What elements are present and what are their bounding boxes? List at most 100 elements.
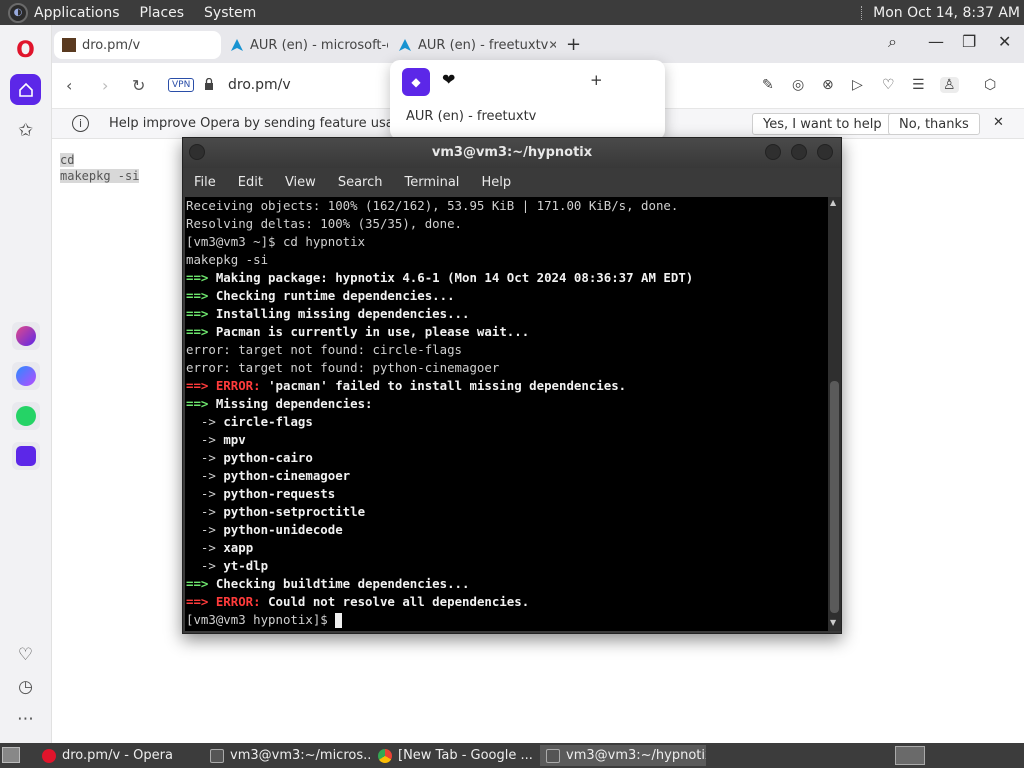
page-text: cd makepkg -si <box>60 152 140 184</box>
task-chrome[interactable]: [New Tab - Google ... <box>372 745 538 766</box>
tab-title: dro.pm/v <box>82 37 141 53</box>
top-panel: ◐ Applications Places System Mon Oct 14,… <box>0 0 1024 25</box>
heart-icon[interactable]: ❤ <box>442 70 455 89</box>
no-thanks-button[interactable]: No, thanks <box>888 113 980 135</box>
infobar-message: Help improve Opera by sending feature us… <box>109 116 431 131</box>
restore-icon[interactable]: ❐ <box>962 32 976 51</box>
add-icon[interactable]: + <box>590 71 603 89</box>
window-menu-button[interactable] <box>189 144 205 160</box>
tab-strip: dro.pm/v AUR (en) - microsoft-ed AUR (en… <box>52 25 1024 63</box>
close-button[interactable] <box>817 144 833 160</box>
info-icon: i <box>72 115 89 132</box>
tab-dro[interactable]: dro.pm/v <box>54 31 221 59</box>
task-label: [New Tab - Google ... <box>398 748 533 763</box>
home-button[interactable] <box>10 74 41 105</box>
terminal-icon <box>210 748 224 763</box>
menu-search[interactable]: Search <box>338 175 383 190</box>
terminal-line: -> mpv <box>186 432 246 447</box>
shield-icon[interactable]: ⊗ <box>822 77 834 93</box>
terminal-cursor <box>335 613 343 628</box>
terminal-line: error: target not found: python-cinemago… <box>186 360 500 375</box>
minimize-icon[interactable]: — <box>928 32 944 51</box>
scroll-up-icon[interactable]: ▲ <box>830 198 836 207</box>
terminal-line: ==> Checking buildtime dependencies... <box>186 576 470 591</box>
task-terminal-hypnotix[interactable]: vm3@vm3:~/hypnotix <box>540 745 706 766</box>
back-button[interactable]: ‹ <box>66 76 72 95</box>
aria-button[interactable] <box>12 322 40 350</box>
whatsapp-icon <box>16 406 36 426</box>
terminal-titlebar[interactable]: vm3@vm3:~/hypnotix <box>183 138 841 168</box>
menu-help[interactable]: Help <box>481 175 511 190</box>
forward-button[interactable]: › <box>102 76 108 95</box>
tab-preview-title: AUR (en) - freetuxtv <box>406 109 537 124</box>
close-window-icon[interactable]: ✕ <box>998 32 1011 51</box>
arch-icon <box>399 39 411 51</box>
search-tabs-icon[interactable]: ⌕ <box>888 32 897 52</box>
box-icon[interactable]: ⬡ <box>984 77 996 93</box>
play-icon[interactable]: ▷ <box>852 77 863 93</box>
distro-logo-icon[interactable]: ◐ <box>8 2 28 23</box>
opera-logo-icon[interactable]: O <box>10 35 41 66</box>
scroll-thumb[interactable] <box>830 381 839 613</box>
terminal-line: -> yt-dlp <box>186 558 269 573</box>
terminal-text: Receiving objects: 100% (162/162), 53.95… <box>185 197 828 629</box>
tab-preview-popup: ◆ ❤ + AUR (en) - freetuxtv <box>390 60 665 140</box>
yes-help-button[interactable]: Yes, I want to help <box>752 113 893 135</box>
terminal-line: ==> ERROR: 'pacman' failed to install mi… <box>186 378 627 393</box>
terminal-line: ==> Pacman is currently in use, please w… <box>186 324 530 339</box>
infobar-close-icon[interactable]: ✕ <box>993 115 1004 130</box>
menu-terminal[interactable]: Terminal <box>404 175 459 190</box>
terminal-output[interactable]: Receiving objects: 100% (162/162), 53.95… <box>185 197 828 631</box>
minimize-button[interactable] <box>765 144 781 160</box>
page-line: makepkg -si <box>60 169 140 183</box>
panel-grip <box>861 5 865 20</box>
tab-close-icon[interactable]: ✕ <box>548 38 556 52</box>
bag-icon[interactable]: ◆ <box>402 68 430 96</box>
tab-aur-microsoft[interactable]: AUR (en) - microsoft-ed <box>222 31 388 59</box>
tab-aur-freetuxtv[interactable]: AUR (en) - freetuxtv ✕ <box>390 31 556 59</box>
places-menu[interactable]: Places <box>140 5 185 21</box>
music-button[interactable] <box>12 442 40 470</box>
messenger-button[interactable] <box>12 362 40 390</box>
maximize-button[interactable] <box>791 144 807 160</box>
terminal-line: ==> Checking runtime dependencies... <box>186 288 455 303</box>
whatsapp-button[interactable] <box>12 402 40 430</box>
vpn-badge[interactable]: VPN <box>168 78 195 92</box>
url-input[interactable]: dro.pm/v <box>228 77 291 93</box>
system-menu[interactable]: System <box>204 5 256 21</box>
heart-icon[interactable]: ♡ <box>882 77 895 93</box>
show-desktop-button[interactable] <box>2 747 20 763</box>
new-tab-button[interactable]: + <box>566 34 581 55</box>
task-terminal-microsoft[interactable]: vm3@vm3:~/micros... <box>204 745 370 766</box>
menu-file[interactable]: File <box>194 175 216 190</box>
terminal-line: -> circle-flags <box>186 414 313 429</box>
task-opera[interactable]: dro.pm/v - Opera <box>36 745 200 766</box>
camera-icon[interactable]: ◎ <box>792 77 804 93</box>
cube-icon[interactable]: ✩ <box>10 115 41 146</box>
terminal-scrollbar[interactable]: ▲ ▼ <box>828 197 841 631</box>
tab-title: AUR (en) - microsoft-ed <box>250 37 388 53</box>
terminal-line: -> python-requests <box>186 486 336 501</box>
scroll-down-icon[interactable]: ▼ <box>830 618 836 627</box>
clock-area[interactable]: Mon Oct 14, 8:37 AM <box>861 0 1024 25</box>
reload-button[interactable]: ↻ <box>132 76 145 95</box>
home-icon <box>18 82 33 97</box>
heart-icon[interactable]: ♡ <box>10 639 41 670</box>
terminal-line: makepkg -si <box>186 252 269 267</box>
menu-icon[interactable]: ☰ <box>912 77 925 93</box>
menu-edit[interactable]: Edit <box>238 175 263 190</box>
terminal-line: error: target not found: circle-flags <box>186 342 463 357</box>
workspace-switcher[interactable] <box>895 746 925 765</box>
lock-icon <box>205 78 213 90</box>
clock[interactable]: Mon Oct 14, 8:37 AM <box>873 5 1020 21</box>
more-icon[interactable]: ⋯ <box>10 703 41 734</box>
applications-menu[interactable]: Applications <box>34 5 120 21</box>
menu-view[interactable]: View <box>285 175 316 190</box>
profile-icon[interactable]: ♙ <box>940 77 959 93</box>
history-icon[interactable]: ◷ <box>10 671 41 702</box>
bottom-taskbar: dro.pm/v - Opera vm3@vm3:~/micros... [Ne… <box>0 743 1024 768</box>
edit-icon[interactable]: ✎ <box>762 77 774 93</box>
chrome-icon <box>378 748 392 763</box>
aria-icon <box>16 326 36 346</box>
page-line: cd <box>60 153 75 167</box>
